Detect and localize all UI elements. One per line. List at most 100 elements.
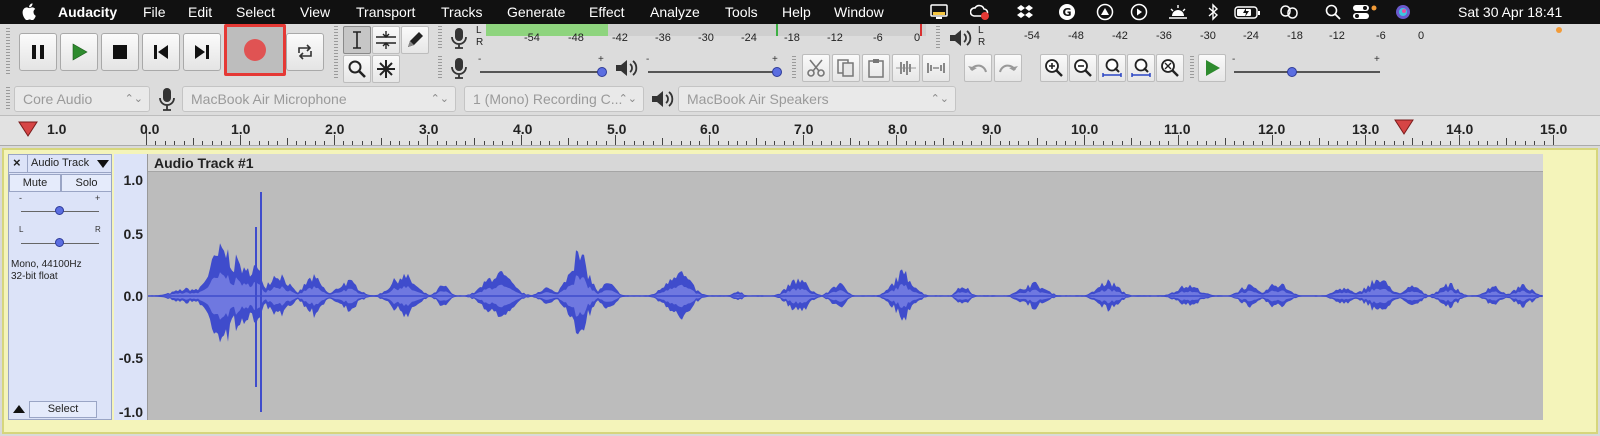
ruler-minor-tick (314, 141, 316, 145)
solo-button[interactable]: Solo (61, 174, 112, 192)
transport-toolbar-grip[interactable] (6, 28, 10, 76)
menu-select[interactable]: Select (236, 4, 275, 20)
grammarly-icon[interactable]: G (1058, 3, 1076, 21)
close-track-icon[interactable]: × (13, 155, 21, 170)
ruler-minor-tick (1524, 141, 1526, 145)
menu-transport[interactable]: Transport (356, 4, 415, 20)
playhead-marker-icon[interactable] (18, 121, 38, 137)
redo-button[interactable] (994, 54, 1022, 82)
ruler-minor-tick (455, 141, 457, 145)
mute-button[interactable]: Mute (9, 174, 61, 192)
cut-button[interactable] (802, 54, 830, 82)
menu-analyze[interactable]: Analyze (650, 4, 700, 20)
skip-to-start-button[interactable] (142, 33, 180, 71)
screen-mirroring-icon[interactable] (1278, 3, 1302, 21)
play-button[interactable] (60, 33, 98, 71)
stop-button[interactable] (101, 33, 139, 71)
silence-audio-button[interactable] (922, 54, 950, 82)
track-menu-dropdown-icon[interactable] (97, 160, 109, 168)
ruler-minor-tick (1384, 141, 1386, 145)
zoom-out-button[interactable] (1069, 54, 1097, 82)
envelope-tool-button[interactable] (372, 26, 400, 54)
recording-volume-minus: - (478, 54, 482, 65)
display-icon[interactable] (930, 3, 948, 21)
dropbox-icon[interactable] (1016, 3, 1034, 21)
night-shift-icon[interactable] (1168, 3, 1187, 21)
creative-cloud-icon[interactable] (970, 3, 989, 21)
menu-app-name[interactable]: Audacity (58, 4, 117, 20)
menu-edit[interactable]: Edit (188, 4, 212, 20)
draw-tool-button[interactable] (401, 26, 429, 54)
recording-device-select[interactable]: MacBook Air Microphone ⌃⌄ (182, 86, 456, 112)
undo-button[interactable] (964, 54, 992, 82)
select-track-button[interactable]: Select (29, 401, 97, 418)
audio-track[interactable]: × Audio Track Mute Solo - + L R Mono, 44… (2, 148, 1598, 434)
pan-slider-knob[interactable] (55, 238, 64, 247)
menu-generate[interactable]: Generate (507, 4, 565, 20)
scale-label: -0.5 (118, 350, 143, 366)
skip-to-end-button[interactable] (183, 33, 221, 71)
zoom-tool-button[interactable] (343, 55, 371, 83)
gain-slider-knob[interactable] (55, 206, 64, 215)
menu-clock[interactable]: Sat 30 Apr 18:41 (1458, 4, 1562, 20)
ruler-minor-tick (708, 135, 710, 145)
timeline-ruler[interactable]: 1.0 0.0 1.0 2.0 3.0 4.0 5.0 6.0 7.0 8.0 … (0, 116, 1600, 146)
menu-tools[interactable]: Tools (725, 4, 758, 20)
track-control-panel[interactable]: × Audio Track Mute Solo - + L R Mono, 44… (8, 154, 112, 420)
playback-meter-grip[interactable] (936, 26, 940, 50)
ruler-minor-tick (286, 138, 288, 145)
edit-toolbar-grip[interactable] (792, 56, 796, 80)
loop-button[interactable] (286, 33, 324, 71)
tools-toolbar-grip[interactable] (334, 26, 338, 80)
ruler-minor-tick (502, 141, 504, 145)
fit-selection-button[interactable] (1098, 54, 1126, 82)
record-meter-microphone-icon[interactable] (450, 27, 468, 49)
device-toolbar-grip[interactable] (6, 87, 10, 111)
spotlight-search-icon[interactable] (1324, 3, 1342, 21)
menu-effect[interactable]: Effect (589, 4, 625, 20)
recording-channels-select[interactable]: 1 (Mono) Recording C... ⌃⌄ (464, 86, 644, 112)
fit-project-button[interactable] (1127, 54, 1155, 82)
play-at-speed-grip[interactable] (1190, 56, 1194, 80)
playback-meter-speaker-icon[interactable] (948, 27, 972, 49)
menu-file[interactable]: File (143, 4, 166, 20)
record-meter-grip[interactable] (438, 26, 442, 50)
multi-tool-button[interactable] (372, 55, 400, 83)
recording-volume-plus: + (598, 54, 604, 65)
pause-button[interactable] (19, 33, 57, 71)
menu-window[interactable]: Window (834, 4, 884, 20)
clip-title-bar[interactable]: Audio Track #1 (148, 154, 1543, 172)
menu-tracks[interactable]: Tracks (441, 4, 482, 20)
copy-button[interactable] (832, 54, 860, 82)
paste-button[interactable] (862, 54, 890, 82)
ruler-minor-tick (1018, 141, 1020, 145)
siri-icon[interactable] (1394, 3, 1412, 21)
track-name-menu[interactable]: Audio Track (31, 157, 89, 169)
zoom-toggle-button[interactable] (1156, 54, 1184, 82)
trim-audio-button[interactable] (892, 54, 920, 82)
control-center-icon[interactable] (1352, 3, 1378, 21)
svg-text:G: G (1062, 6, 1071, 19)
apple-icon[interactable] (22, 3, 36, 20)
collapse-track-icon[interactable] (13, 405, 25, 413)
bluetooth-icon[interactable] (1206, 3, 1224, 21)
menu-view[interactable]: View (300, 4, 330, 20)
menu-help[interactable]: Help (782, 4, 811, 20)
mixer-toolbar-grip[interactable] (438, 56, 442, 80)
battery-icon[interactable] (1234, 3, 1262, 21)
selection-tool-button[interactable] (343, 26, 371, 54)
audio-host-select[interactable]: Core Audio ⌃⌄ (14, 86, 150, 112)
play-at-speed-button[interactable] (1198, 54, 1226, 82)
vpn-icon[interactable] (1096, 3, 1114, 21)
waveform-area[interactable]: Audio Track #1 (148, 154, 1543, 420)
ruler-minor-tick (905, 141, 907, 145)
media-play-icon[interactable] (1130, 3, 1148, 21)
playback-volume-knob[interactable] (772, 67, 783, 77)
record-button[interactable] (224, 24, 286, 76)
ruler-label: 4.0 (513, 121, 533, 137)
vertical-amplitude-scale[interactable]: 1.0 0.5 0.0 -0.5 -1.0 (114, 154, 148, 420)
playback-device-select[interactable]: MacBook Air Speakers ⌃⌄ (678, 86, 956, 112)
zoom-in-button[interactable] (1040, 54, 1068, 82)
recording-volume-knob[interactable] (596, 67, 607, 77)
play-at-speed-knob[interactable] (1287, 67, 1298, 77)
